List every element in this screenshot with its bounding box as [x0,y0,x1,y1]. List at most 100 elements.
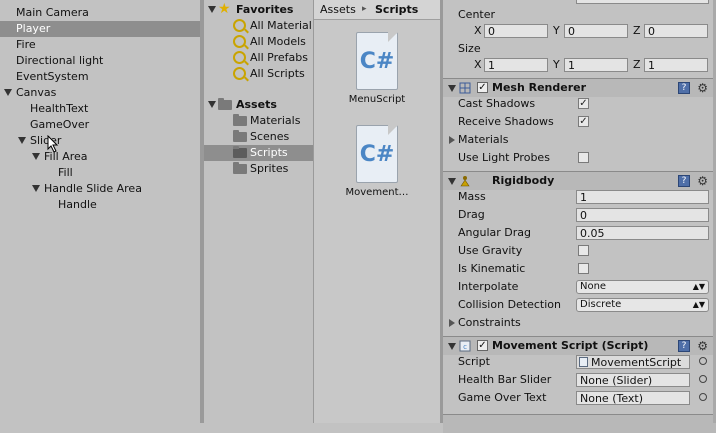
object-picker-icon[interactable] [699,357,707,365]
cast-shadows-checkbox[interactable]: ✓ [578,98,589,109]
favorites-header[interactable]: ★ Favorites [204,1,313,18]
gear-icon[interactable]: ⚙ [697,80,708,96]
hierarchy-item-label: Fill [58,166,73,179]
collision-detection-value: Discrete [580,299,622,310]
hierarchy-item-fill[interactable]: Fill [0,165,200,181]
hierarchy-item-label: Main Camera [16,6,89,19]
hierarchy-item-fire[interactable]: Fire [0,37,200,53]
expand-arrow-icon[interactable] [18,137,26,144]
use-gravity-label: Use Gravity [458,244,523,257]
file-label: Movement… [345,187,409,198]
hierarchy-item-label: Player [16,22,51,35]
game-over-text-row: Game Over Text None (Text) [443,389,716,407]
cast-shadows-label: Cast Shadows [458,97,536,110]
collision-detection-row: Collision Detection Discrete ▲▼ [443,296,716,314]
constraints-row[interactable]: Constraints [443,314,716,332]
use-gravity-row: Use Gravity [443,242,716,260]
folder-scenes[interactable]: Scenes [204,129,313,145]
drag-field[interactable]: 0 [576,208,709,222]
favorite-all-scripts[interactable]: All Scripts [204,66,313,82]
mesh-renderer-enabled-checkbox[interactable]: ✓ [477,82,488,93]
hierarchy-item-canvas[interactable]: Canvas [0,85,200,101]
hierarchy-item-main-camera[interactable]: Main Camera [0,5,200,21]
size-y-field[interactable]: 1 [564,58,628,72]
game-over-text-field[interactable]: None (Text) [576,391,690,405]
script-field[interactable]: MovementScript [576,355,690,369]
expand-arrow-icon[interactable] [32,185,40,192]
size-row: X 1 Y 1 Z 1 [443,56,716,74]
expand-arrow-icon[interactable] [32,153,40,160]
axis-x-label: X [474,58,482,71]
next-component-header[interactable] [443,414,716,433]
assets-label: Assets [236,98,277,111]
gear-icon[interactable]: ⚙ [697,338,708,354]
is-kinematic-checkbox[interactable] [578,263,589,274]
hierarchy-item-label: GameOver [30,118,90,131]
hierarchy-item-gameover[interactable]: GameOver [0,117,200,133]
favorite-all-materials[interactable]: All Material [204,18,313,34]
hierarchy-item-slider[interactable]: Slider [0,133,200,149]
help-icon[interactable]: ? [678,340,690,352]
foldout-arrow-icon[interactable] [448,343,456,350]
foldout-arrow-icon[interactable] [448,178,456,185]
hierarchy-item-eventsystem[interactable]: EventSystem [0,69,200,85]
star-icon: ★ [218,1,231,17]
receive-shadows-checkbox[interactable]: ✓ [578,116,589,127]
favorite-label: All Material [250,19,312,32]
favorite-label: All Prefabs [250,51,308,64]
hierarchy-panel: Main Camera Player Fire Directional ligh… [0,0,200,423]
file-menuscript[interactable]: C# MenuScript [332,32,422,105]
expand-arrow-icon[interactable] [4,89,12,96]
folder-scripts[interactable]: Scripts [204,145,313,161]
use-light-probes-row: Use Light Probes [443,149,716,167]
help-icon[interactable]: ? [678,175,690,187]
expand-arrow-icon[interactable] [208,6,216,13]
center-z-field[interactable]: 0 [644,24,708,38]
hierarchy-item-fill-area[interactable]: Fill Area [0,149,200,165]
axis-x-label: X [474,24,482,37]
foldout-arrow-icon[interactable] [449,319,455,327]
material-field[interactable] [576,0,709,4]
use-light-probes-checkbox[interactable] [578,152,589,163]
hierarchy-item-label: Handle [58,198,97,211]
breadcrumb-scripts[interactable]: Scripts [375,0,418,19]
hierarchy-item-handle-slide-area[interactable]: Handle Slide Area [0,181,200,197]
materials-row[interactable]: Materials [443,131,716,149]
object-picker-icon[interactable] [699,393,707,401]
folder-materials[interactable]: Materials [204,113,313,129]
axis-y-label: Y [553,58,560,71]
assets-header[interactable]: Assets [204,97,313,113]
help-icon[interactable]: ? [678,82,690,94]
hierarchy-item-handle[interactable]: Handle [0,197,200,213]
angular-drag-field[interactable]: 0.05 [576,226,709,240]
inspector-panel: Center X 0 Y 0 Z 0 Size X 1 Y 1 Z 1 ✓ Me… [443,0,716,433]
foldout-arrow-icon[interactable] [448,85,456,92]
movement-script-enabled-checkbox[interactable]: ✓ [477,340,488,351]
expand-arrow-icon[interactable] [208,101,216,108]
hierarchy-item-healthtext[interactable]: HealthText [0,101,200,117]
script-value: MovementScript [591,356,682,369]
use-gravity-checkbox[interactable] [578,245,589,256]
axis-z-label: Z [633,24,641,37]
interpolate-dropdown[interactable]: None ▲▼ [576,280,709,294]
folder-sprites[interactable]: Sprites [204,161,313,177]
hierarchy-item-directional-light[interactable]: Directional light [0,53,200,69]
center-y-field[interactable]: 0 [564,24,628,38]
hierarchy-item-label: Directional light [16,54,104,67]
favorite-all-models[interactable]: All Models [204,34,313,50]
is-kinematic-label: Is Kinematic [458,262,526,275]
gear-icon[interactable]: ⚙ [697,173,708,189]
collision-detection-dropdown[interactable]: Discrete ▲▼ [576,298,709,312]
size-x-field[interactable]: 1 [484,58,548,72]
size-z-field[interactable]: 1 [644,58,708,72]
favorite-all-prefabs[interactable]: All Prefabs [204,50,313,66]
health-bar-slider-field[interactable]: None (Slider) [576,373,690,387]
center-x-field[interactable]: 0 [484,24,548,38]
breadcrumb-assets[interactable]: Assets [320,0,356,19]
object-picker-icon[interactable] [699,375,707,383]
mass-field[interactable]: 1 [576,190,709,204]
file-movementscript[interactable]: C# Movement… [332,125,422,198]
hierarchy-item-player[interactable]: Player [0,21,200,37]
hierarchy-item-label: Fire [16,38,36,51]
foldout-arrow-icon[interactable] [449,136,455,144]
